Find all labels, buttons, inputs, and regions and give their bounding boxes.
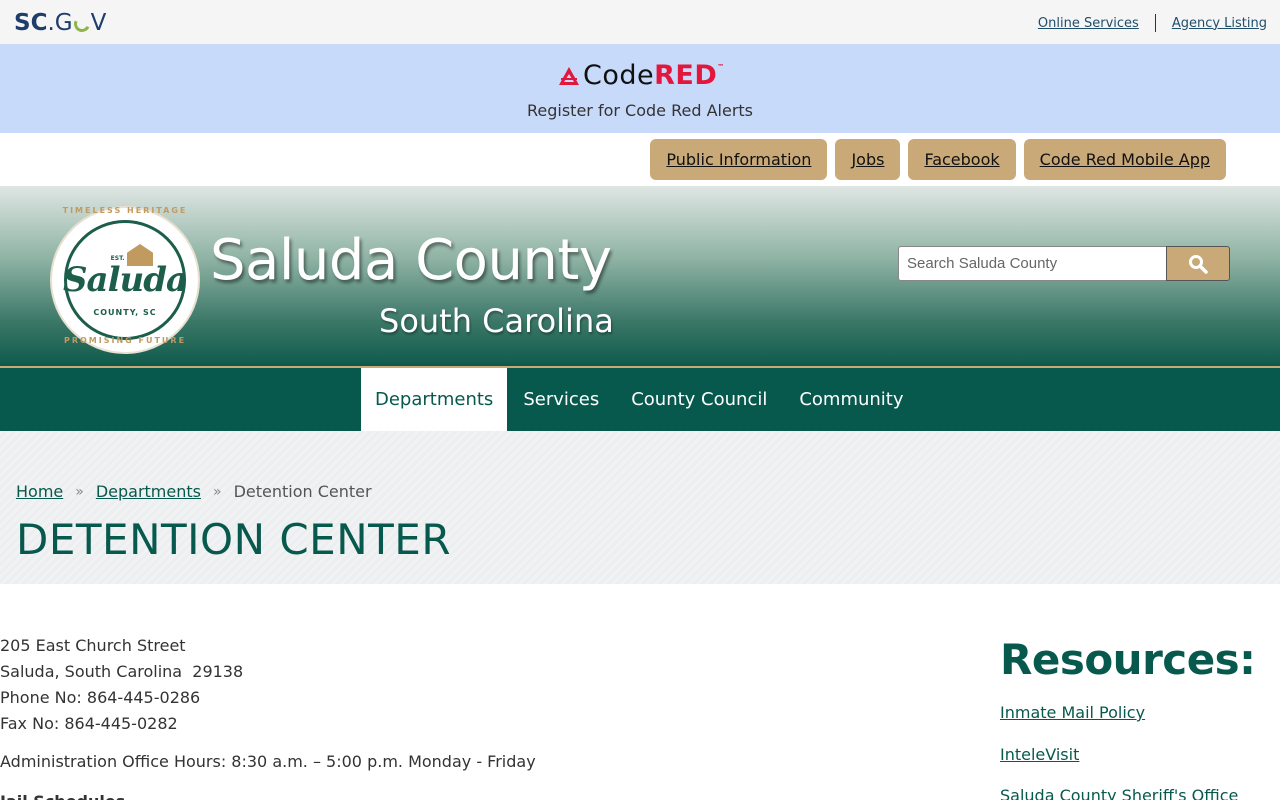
scgov-bar: SC. G V Online Services Agency Listing — [0, 0, 1280, 44]
contact-info: 205 East Church Street Saluda, South Car… — [0, 633, 243, 737]
intelevisit-link[interactable]: InteleVisit — [1000, 745, 1079, 764]
codered-logo-red: RED — [654, 60, 718, 91]
codered-logo-code: Code — [583, 60, 655, 91]
breadcrumb-departments[interactable]: Departments — [96, 482, 201, 501]
nav-county-council[interactable]: County Council — [615, 368, 783, 431]
nav-items: Departments Services County Council Comm… — [361, 368, 920, 431]
codered-logo-tm: ™ — [717, 63, 725, 71]
sheriffs-office-link[interactable]: Saluda County Sheriff's Office — [1000, 786, 1238, 800]
scgov-logo-g: G — [54, 10, 73, 36]
jobs-button[interactable]: Jobs — [835, 139, 901, 180]
facebook-button[interactable]: Facebook — [908, 139, 1016, 180]
seal-county-text: COUNTY, SC — [93, 308, 157, 317]
breadcrumb: Home » Departments » Detention Center — [16, 482, 372, 501]
nav-community[interactable]: Community — [783, 368, 919, 431]
seal-word: Saluda — [62, 260, 188, 300]
address-line-1: 205 East Church Street — [0, 636, 186, 655]
breadcrumb-current: Detention Center — [233, 482, 372, 501]
nav-services[interactable]: Services — [507, 368, 615, 431]
search-input[interactable] — [898, 246, 1166, 281]
crescent-moon-icon — [71, 13, 92, 35]
address-line-2: Saluda, South Carolina 29138 — [0, 662, 244, 681]
codered-logo[interactable]: Code RED ™ — [559, 60, 725, 91]
scgov-logo-v: V — [90, 10, 107, 36]
phone-number: Phone No: 864-445-0286 — [0, 688, 201, 707]
scgov-logo-dot: . — [47, 10, 55, 36]
scgov-logo-sc: SC — [14, 10, 48, 36]
fax-number: Fax No: 864-445-0282 — [0, 714, 178, 733]
breadcrumb-home[interactable]: Home — [16, 482, 63, 501]
link-divider — [1154, 14, 1156, 32]
main-nav: Departments Services County Council Comm… — [0, 366, 1280, 431]
code-red-mobile-app-button[interactable]: Code Red Mobile App — [1023, 139, 1226, 180]
cutoff-heading: Jail Schedules — [0, 792, 125, 800]
site-title[interactable]: Saluda County — [210, 228, 612, 293]
office-hours: Administration Office Hours: 8:30 a.m. –… — [0, 752, 536, 771]
codered-banner: Code RED ™ Register for Code Red Alerts — [0, 44, 1280, 133]
search-form — [898, 246, 1230, 281]
inmate-mail-policy-link[interactable]: Inmate Mail Policy — [1000, 703, 1145, 722]
public-information-button[interactable]: Public Information — [650, 139, 828, 180]
scgov-links: Online Services Agency Listing — [1038, 14, 1267, 32]
codered-alert-icon — [559, 66, 579, 85]
seal-bottom-text: PROMISING FUTURE — [63, 336, 187, 345]
quick-links: Public Information Jobs Facebook Code Re… — [650, 139, 1226, 180]
site-header: TIMELESS HERITAGE EST. 1896 Saluda COUNT… — [0, 186, 1280, 367]
breadcrumb-separator: » — [75, 483, 84, 500]
page-title: DETENTION CENTER — [16, 515, 452, 564]
search-button[interactable] — [1166, 246, 1230, 281]
search-icon — [1189, 254, 1208, 274]
page-header: Home » Departments » Detention Center DE… — [0, 431, 1280, 584]
online-services-link[interactable]: Online Services — [1038, 16, 1139, 31]
agency-listing-link[interactable]: Agency Listing — [1172, 16, 1267, 31]
scgov-logo[interactable]: SC. G V — [14, 10, 106, 36]
codered-register-text[interactable]: Register for Code Red Alerts — [0, 101, 1280, 120]
county-seal-logo[interactable]: TIMELESS HERITAGE EST. 1896 Saluda COUNT… — [50, 206, 200, 354]
breadcrumb-separator: » — [212, 483, 222, 500]
nav-departments[interactable]: Departments — [361, 368, 508, 431]
seal-top-text: TIMELESS HERITAGE — [62, 206, 188, 215]
resources-heading: Resources: — [1000, 635, 1256, 684]
site-subtitle: South Carolina — [379, 302, 614, 340]
